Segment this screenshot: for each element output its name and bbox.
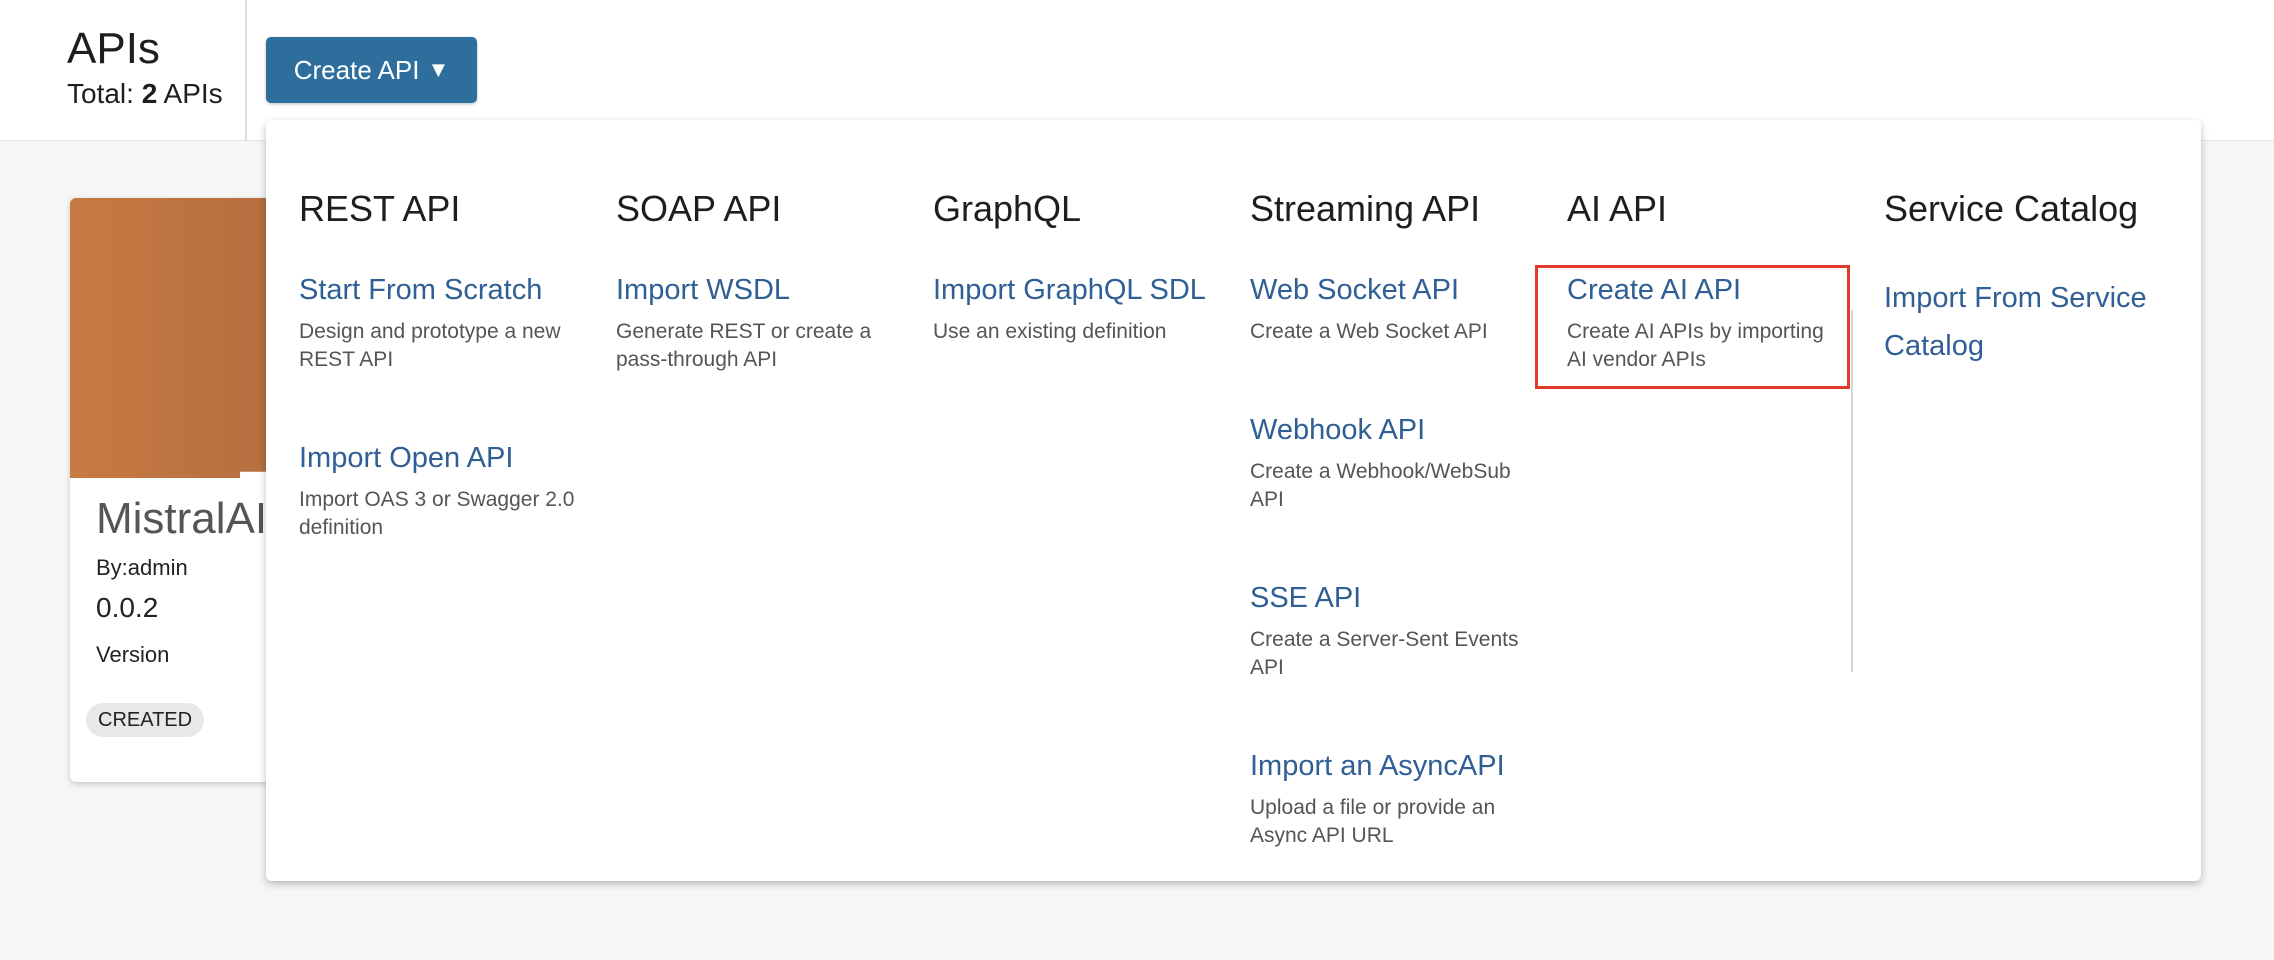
api-card-version-label: Version: [96, 642, 170, 667]
create-api-menu: REST API Start From Scratch Design and p…: [266, 120, 2201, 881]
menu-item-import-graphql-sdl[interactable]: Import GraphQL SDL: [933, 274, 1206, 307]
menu-item-description: Upload a file or provide an Async API UR…: [1250, 796, 1496, 847]
total-label: Total:: [67, 78, 134, 109]
menu-item-web-socket-api[interactable]: Web Socket API: [1250, 274, 1459, 307]
menu-item-sse-api[interactable]: SSE API: [1250, 582, 1361, 615]
menu-column-title-ai: AI API: [1567, 188, 1668, 229]
menu-item-description: Import OAS 3 or Swagger 2.0 definition: [299, 488, 575, 539]
menu-item-description: Create a Webhook/WebSub API: [1250, 460, 1511, 511]
menu-item-import-open-api[interactable]: Import Open API: [299, 442, 513, 475]
menu-column-title-streaming: Streaming API: [1250, 188, 1481, 229]
create-api-button[interactable]: Create API ▼: [266, 37, 477, 103]
menu-item-description: Use an existing definition: [933, 320, 1167, 343]
menu-item-description: Create AI APIs by importing AI vendor AP…: [1567, 320, 1824, 371]
page-title: APIs: [67, 24, 160, 73]
api-card-version-number: 0.0.2: [96, 592, 159, 623]
menu-item-description: Create a Web Socket API: [1250, 320, 1488, 343]
menu-column-title-soap: SOAP API: [616, 188, 782, 229]
create-api-button-label: Create API: [293, 54, 420, 85]
api-card-owner: By:admin: [96, 555, 188, 580]
total-count: 2: [141, 78, 158, 109]
menu-item-description: Design and prototype a new REST API: [299, 320, 561, 371]
api-status-badge: CREATED: [86, 703, 205, 737]
api-card-name[interactable]: MistralAI: [96, 494, 267, 544]
column-divider: [1851, 310, 1853, 672]
menu-item-description: Create a Server-Sent Events API: [1250, 628, 1519, 679]
total-suffix: APIs: [163, 78, 223, 109]
menu-column-title-rest: REST API: [299, 188, 461, 229]
menu-item-import-asyncapi[interactable]: Import an AsyncAPI: [1250, 750, 1505, 783]
header-divider: [245, 0, 247, 141]
menu-item-description: Generate REST or create a pass-through A…: [616, 320, 872, 371]
menu-item-import-wsdl[interactable]: Import WSDL: [616, 274, 790, 307]
api-total-count: Total: 2 APIs: [67, 78, 223, 110]
caret-down-icon: ▼: [427, 57, 450, 82]
menu-item-import-from-service-catalog[interactable]: Import From Service Catalog: [1884, 274, 2174, 370]
menu-item-start-from-scratch[interactable]: Start From Scratch: [299, 274, 542, 307]
menu-item-webhook-api[interactable]: Webhook API: [1250, 414, 1425, 447]
menu-column-title-graphql: GraphQL: [933, 188, 1082, 229]
menu-item-create-ai-api[interactable]: Create AI API: [1567, 274, 1741, 307]
menu-column-title-service-catalog: Service Catalog: [1884, 188, 2139, 229]
